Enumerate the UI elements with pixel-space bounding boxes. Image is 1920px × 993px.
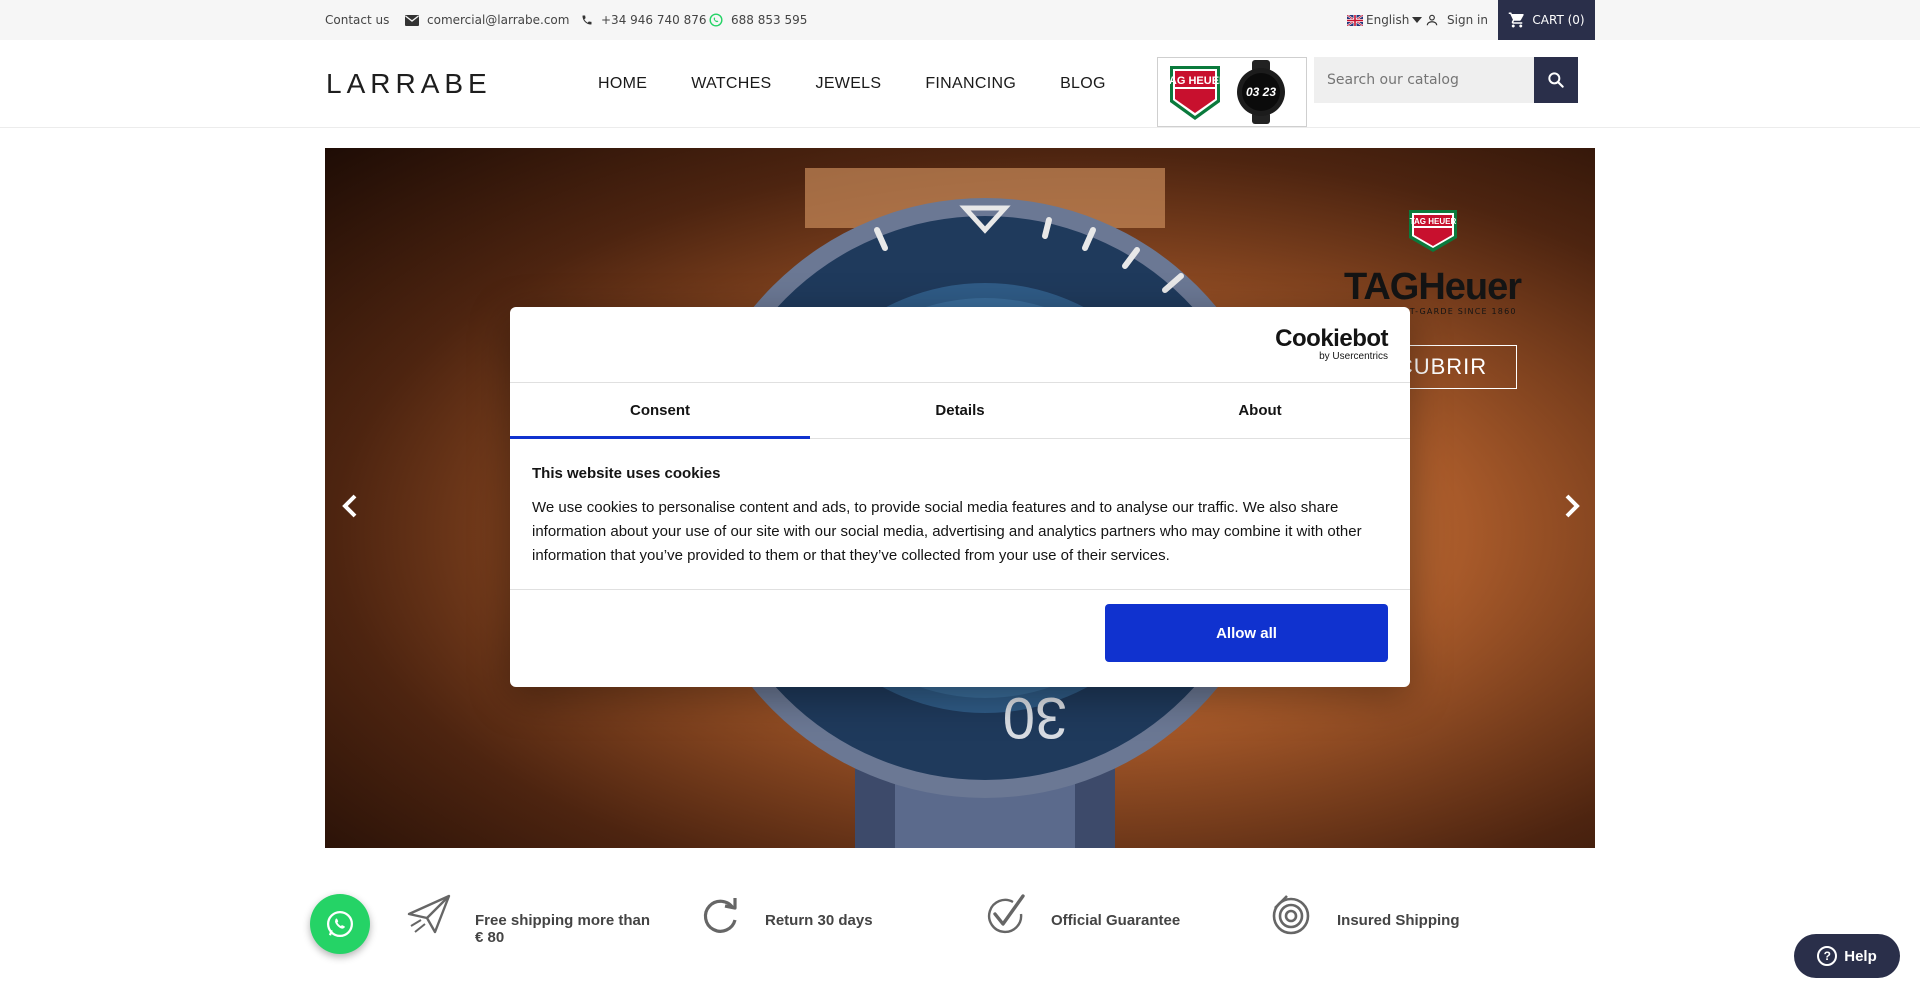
nav-blog[interactable]: BLOG [1060, 75, 1106, 93]
shopping-cart-icon [1509, 12, 1525, 28]
chevron-left-icon [342, 494, 357, 518]
feature-free-shipping-line2: € 80 [475, 929, 505, 946]
help-label: Help [1844, 947, 1877, 965]
checkmark-icon [987, 894, 1025, 934]
feature-free-shipping-line1: Free shipping more than [475, 912, 651, 929]
whatsapp-float-button[interactable] [310, 894, 370, 954]
hero-shield-text: TAG HEUER [1409, 217, 1456, 226]
phone-text: +34 946 740 876 [601, 13, 707, 27]
cart-label: CART (0) [1532, 13, 1585, 27]
feature-returns: Return 30 days [695, 890, 873, 960]
cookie-description: We use cookies to personalise content an… [532, 499, 1362, 564]
tab-details[interactable]: Details [810, 383, 1110, 438]
features-strip: Free shipping more than € 80 Return 30 d… [325, 890, 1595, 960]
search-button[interactable] [1534, 57, 1578, 103]
help-button[interactable]: ? Help [1794, 934, 1900, 978]
uk-flag-icon [1347, 14, 1363, 26]
cookie-tabs: Consent Details About [510, 382, 1410, 439]
cookie-consent-dialog: Cookiebot by Usercentrics Consent Detail… [510, 307, 1410, 687]
feature-insured-label: Insured Shipping [1337, 912, 1460, 929]
feature-text: Free shipping more than € 80 [475, 912, 650, 946]
feature-text: Return 30 days [765, 912, 873, 929]
tab-about[interactable]: About [1110, 383, 1410, 438]
feature-guarantee-label: Official Guarantee [1051, 912, 1181, 929]
tag-heuer-banner-art: TAG HEUER 03 23 [1163, 60, 1285, 124]
hero-brand-name: TAGHeuer [1343, 266, 1522, 308]
search-icon [1548, 72, 1564, 88]
email-link[interactable]: comercial@larrabe.com [405, 0, 569, 40]
sign-in-link[interactable]: Sign in [1425, 0, 1488, 40]
chevron-right-icon [1565, 494, 1580, 518]
language-selector[interactable]: English [1347, 0, 1423, 40]
cookie-body: This website uses cookies We use cookies… [532, 465, 1388, 568]
feature-free-shipping: Free shipping more than € 80 [405, 890, 650, 960]
tab-consent[interactable]: Consent [510, 383, 810, 439]
tag-heuer-brand-block: TAG HEUER TAGHeuer SWISS AVANT-GARDE SIN… [1325, 208, 1540, 316]
feature-text: Insured Shipping [1337, 912, 1460, 929]
site-logo[interactable]: LARRABE [326, 68, 492, 100]
envelope-icon [405, 14, 419, 26]
cookiebot-logo-sub: by Usercentrics [1319, 351, 1388, 362]
sign-in-label: Sign in [1447, 13, 1488, 27]
contact-us-label: Contact us [325, 13, 390, 27]
main-nav: HOME WATCHES JEWELS FINANCING BLOG [598, 40, 1150, 128]
main-header: LARRABE HOME WATCHES JEWELS FINANCING BL… [0, 40, 1920, 128]
cart-button[interactable]: CART (0) [1498, 0, 1595, 40]
user-icon [1426, 14, 1438, 26]
nav-jewels[interactable]: JEWELS [816, 75, 882, 93]
top-bar-inner: Contact us comercial@larrabe.com +34 946… [325, 0, 1595, 40]
hero-next-button[interactable] [1557, 486, 1587, 526]
top-bar: Contact us comercial@larrabe.com +34 946… [0, 0, 1920, 40]
email-text: comercial@larrabe.com [427, 13, 570, 27]
tag-heuer-banner[interactable]: TAG HEUER 03 23 [1157, 57, 1307, 127]
banner-watch-time: 03 23 [1246, 85, 1276, 99]
cookie-divider [510, 589, 1410, 590]
bezel-number: 30 [1003, 685, 1068, 750]
feature-text: Official Guarantee [1051, 912, 1180, 929]
paper-plane-icon [407, 894, 451, 934]
tag-heuer-shield-icon: TAG HEUER [1408, 210, 1457, 252]
allow-all-button[interactable]: Allow all [1105, 604, 1388, 662]
whatsapp-icon [327, 911, 353, 937]
nav-financing[interactable]: FINANCING [925, 75, 1016, 93]
whatsapp-icon [709, 13, 723, 27]
feature-insured-shipping: Insured Shipping [1267, 890, 1460, 960]
search-input[interactable] [1314, 57, 1534, 103]
whatsapp-text: 688 853 595 [731, 13, 808, 27]
feature-returns-label: Return 30 days [765, 912, 873, 929]
phone-link[interactable]: +34 946 740 876 [581, 0, 706, 40]
contact-us-link[interactable]: Contact us [325, 0, 389, 40]
feature-guarantee: Official Guarantee [981, 890, 1180, 960]
language-label: English [1366, 13, 1410, 27]
hero-prev-button[interactable] [335, 486, 365, 526]
banner-brand-text: TAG HEUER [1163, 75, 1227, 87]
search-box [1314, 57, 1578, 103]
nav-home[interactable]: HOME [598, 75, 647, 93]
cookiebot-logo: Cookiebot by Usercentrics [1275, 327, 1388, 363]
whatsapp-link[interactable]: 688 853 595 [709, 0, 807, 40]
question-icon: ? [1817, 946, 1838, 966]
cookie-title: This website uses cookies [532, 465, 721, 482]
caret-down-icon [1412, 17, 1423, 23]
return-arrow-icon [703, 898, 737, 933]
spiral-icon [1272, 895, 1310, 935]
nav-watches[interactable]: WATCHES [691, 75, 771, 93]
cookiebot-logo-main: Cookiebot [1275, 325, 1388, 352]
phone-icon [582, 15, 592, 25]
